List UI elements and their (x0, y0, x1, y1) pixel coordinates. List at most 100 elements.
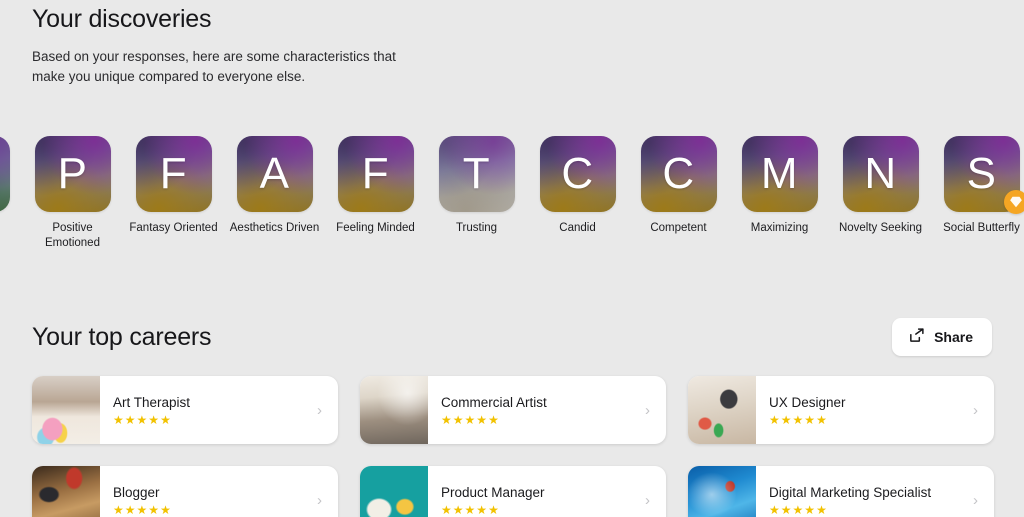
career-card-body: Digital Marketing Specialist ★ ★ ★ ★ ★ › (756, 466, 994, 517)
star-icon: ★ (488, 412, 499, 427)
career-card[interactable]: Blogger ★ ★ ★ ★ ★ › (32, 466, 338, 517)
tile-gradient (0, 136, 10, 212)
blogger-photo (32, 466, 100, 517)
tile-letter: C (561, 149, 594, 198)
discovery-tile-swatch[interactable]: S (943, 136, 1024, 214)
chevron-right-icon[interactable]: › (317, 493, 332, 508)
discovery-tile-candid[interactable]: C Candid (527, 136, 628, 236)
discovery-tile-fantasy-oriented[interactable]: F Fantasy Oriented (123, 136, 224, 236)
career-card-body: Art Therapist ★ ★ ★ ★ ★ › (100, 376, 338, 444)
page-subtitle: Based on your responses, here are some c… (32, 49, 396, 84)
career-rating-stars: ★ ★ ★ ★ ★ (769, 412, 973, 427)
career-name: Product Manager (441, 484, 545, 500)
discovery-tile-competent[interactable]: C Competent (628, 136, 729, 236)
career-text-block: Commercial Artist ★ ★ ★ ★ ★ (441, 394, 645, 427)
tile-letter: F (159, 149, 188, 198)
ux-designer-photo (688, 376, 756, 444)
career-card[interactable]: UX Designer ★ ★ ★ ★ ★ › (688, 376, 994, 444)
star-icon: ★ (160, 412, 171, 427)
star-icon: ★ (124, 412, 136, 427)
tile-letter: A (259, 149, 290, 198)
career-name: Art Therapist (113, 394, 191, 410)
career-card-body: Commercial Artist ★ ★ ★ ★ ★ › (428, 376, 666, 444)
star-icon: ★ (804, 502, 816, 517)
tile-label: Feeling Minded (336, 222, 415, 234)
discovery-tile-novelty-seeking[interactable]: N Novelty Seeking (830, 136, 931, 236)
share-icon (908, 327, 925, 347)
tile-label: Aesthetics Driven (229, 222, 320, 234)
star-icon: ★ (804, 412, 816, 427)
discovery-tile-swatch[interactable]: P (34, 136, 111, 212)
star-icon: ★ (464, 502, 476, 517)
page-title: Your discoveries (32, 5, 212, 33)
tile-letter: N (864, 149, 897, 198)
career-rating-stars: ★ ★ ★ ★ ★ (113, 412, 317, 427)
star-icon: ★ (816, 412, 827, 427)
tile-label: Social Butterfly (943, 222, 1020, 234)
career-name: UX Designer (769, 394, 846, 410)
career-text-block: Digital Marketing Specialist ★ ★ ★ ★ ★ (769, 484, 973, 517)
career-card[interactable]: Digital Marketing Specialist ★ ★ ★ ★ ★ › (688, 466, 994, 517)
tile-label: Novelty Seeking (838, 222, 923, 234)
career-name: Blogger (113, 484, 160, 500)
star-icon: ★ (136, 412, 148, 427)
star-icon: ★ (816, 502, 827, 517)
chevron-right-icon[interactable]: › (645, 403, 660, 418)
career-thumbnail (688, 376, 756, 444)
career-cards-grid: Art Therapist ★ ★ ★ ★ ★ › Commercial Artist ★ ★ ★ ★… (32, 376, 1012, 517)
career-card-body: Product Manager ★ ★ ★ ★ ★ › (428, 466, 666, 517)
star-icon: ★ (476, 502, 488, 517)
discovery-tile-swatch[interactable]: F (135, 136, 212, 212)
career-card[interactable]: Art Therapist ★ ★ ★ ★ ★ › (32, 376, 338, 444)
career-text-block: Blogger ★ ★ ★ ★ ★ (113, 484, 317, 517)
career-thumbnail (32, 376, 100, 444)
discoveries-header: Your discoveries Based on your responses… (32, 0, 412, 87)
career-rating-stars: ★ ★ ★ ★ ★ (441, 412, 645, 427)
chevron-right-icon[interactable]: › (973, 493, 988, 508)
discovery-tile-swatch[interactable]: C (539, 136, 616, 212)
star-icon: ★ (792, 412, 804, 427)
career-rating-stars: ★ ★ ★ ★ ★ (113, 503, 317, 517)
discovery-tile-aesthetics-driven[interactable]: A Aesthetics Driven (224, 136, 325, 236)
discovery-tile-maximizing[interactable]: M Maximizing (729, 136, 830, 236)
career-card[interactable]: Product Manager ★ ★ ★ ★ ★ › (360, 466, 666, 517)
career-card[interactable]: Commercial Artist ★ ★ ★ ★ ★ › (360, 376, 666, 444)
chevron-right-icon[interactable]: › (645, 493, 660, 508)
commercial-artist-photo (360, 376, 428, 444)
tile-label: Competent (650, 222, 707, 234)
star-icon: ★ (488, 502, 499, 517)
product-manager-illustration (360, 466, 428, 517)
discovery-tile-swatch[interactable]: A (236, 136, 313, 212)
star-icon: ★ (780, 412, 792, 427)
discovery-tile-swatch[interactable]: M (741, 136, 818, 212)
discovery-tiles-strip[interactable]: P Positive Emotioned F Fantasy Oriented A Aes… (0, 136, 1024, 266)
discoveries-results-page: Your discoveries Based on your responses… (0, 0, 1024, 517)
tile-letter: T (462, 149, 491, 198)
discovery-tile-partial[interactable] (0, 136, 22, 221)
chevron-right-icon[interactable]: › (317, 403, 332, 418)
career-card-body: UX Designer ★ ★ ★ ★ ★ › (756, 376, 994, 444)
discovery-tile-swatch[interactable]: N (842, 136, 919, 212)
careers-header: Your top careers Share (32, 316, 992, 358)
discovery-tile-swatch[interactable]: C (640, 136, 717, 212)
chevron-right-icon[interactable]: › (973, 403, 988, 418)
discovery-tile-positive-emotioned[interactable]: P Positive Emotioned (22, 136, 123, 251)
discovery-tile-swatch[interactable]: F (337, 136, 414, 212)
discovery-tile-trusting[interactable]: T Trusting (426, 136, 527, 236)
star-icon: ★ (441, 412, 452, 427)
tile-letter: S (966, 149, 997, 198)
discovery-tile-swatch[interactable]: T (438, 136, 515, 212)
career-rating-stars: ★ ★ ★ ★ ★ (441, 502, 645, 517)
tile-label: Trusting (455, 222, 498, 234)
star-icon: ★ (452, 502, 464, 517)
discovery-tile-feeling-minded[interactable]: F Feeling Minded (325, 136, 426, 236)
career-name: Digital Marketing Specialist (769, 484, 932, 500)
share-button[interactable]: Share (892, 318, 992, 356)
star-icon: ★ (464, 412, 476, 427)
digital-marketing-photo (688, 466, 756, 517)
star-icon: ★ (769, 412, 780, 427)
discovery-tile-social-butterfly[interactable]: S Social Butterfly (931, 136, 1024, 236)
share-button-label: Share (934, 329, 973, 345)
discovery-tile-swatch[interactable] (0, 136, 10, 212)
career-rating-stars: ★ ★ ★ ★ ★ (769, 502, 973, 517)
